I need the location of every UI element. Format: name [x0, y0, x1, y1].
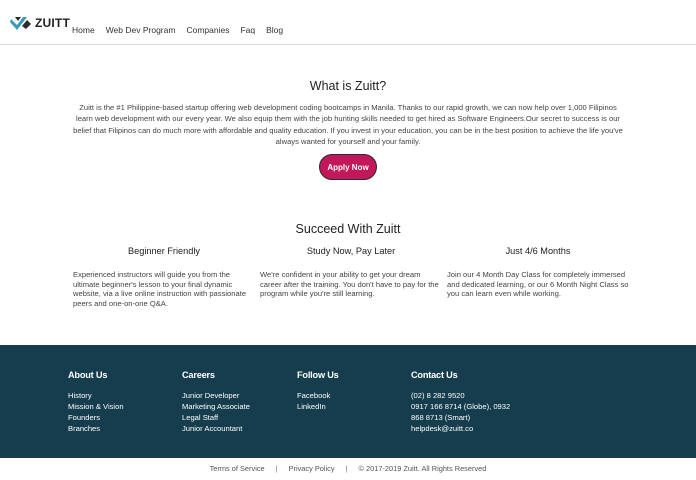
footer-about-title: About Us	[68, 370, 108, 380]
footer-follow-title: Follow Us	[297, 370, 339, 380]
footer-link-facebook[interactable]: Facebook	[297, 390, 412, 401]
footer-link-history[interactable]: History	[68, 390, 183, 401]
footer: About Us History Mission & Vision Founde…	[0, 345, 696, 458]
footer-about-column: About Us History Mission & Vision Founde…	[68, 370, 183, 434]
nav-blog[interactable]: Blog	[266, 25, 283, 35]
succeed-title: Succeed With Zuitt	[295, 222, 401, 236]
feature-text: We're confident in your ability to get y…	[260, 270, 439, 299]
brand-name: ZUITT	[35, 16, 70, 30]
brand-logo[interactable]: ZUITT	[10, 15, 70, 31]
feature-title: Just 4/6 Months	[505, 246, 571, 256]
about-text: Zuitt is the #1 Philippine-based startup…	[73, 103, 623, 147]
feature-text: Experienced instructors will guide you f…	[73, 270, 247, 308]
feature-beginner-friendly: Beginner Friendly Experienced instructor…	[73, 246, 255, 308]
contact-landline: (02) 8 282 9520	[411, 391, 465, 400]
footer-link-marketing-associate[interactable]: Marketing Associate	[182, 401, 297, 412]
zuitt-logo-icon	[10, 15, 32, 31]
feature-just-4-6-months: Just 4/6 Months Join our 4 Month Day Cla…	[447, 246, 629, 299]
nav-web-dev-program[interactable]: Web Dev Program	[106, 25, 176, 35]
contact-mobile-line1: 0917 166 8714 (Globe), 0932	[411, 402, 511, 411]
footer-careers-title: Careers	[182, 370, 215, 380]
copyright-text: © 2017-2019 Zuitt. All Rights Reserved	[358, 464, 487, 473]
footer-link-legal-staff[interactable]: Legal Staff	[182, 412, 297, 423]
contact-email[interactable]: helpdesk@zuitt.co	[411, 423, 526, 434]
footer-link-junior-developer[interactable]: Junior Developer	[182, 390, 297, 401]
footer-follow-column: Follow Us Facebook LinkedIn	[297, 370, 412, 412]
bottom-bar: Terms of Service | Privacy Policy | © 2017-2…	[0, 464, 696, 473]
privacy-policy-link[interactable]: Privacy Policy	[289, 464, 335, 473]
footer-link-branches[interactable]: Branches	[68, 423, 183, 434]
separator: |	[275, 464, 278, 473]
apply-now-button[interactable]: Apply Now	[319, 154, 377, 180]
terms-of-service-link[interactable]: Terms of Service	[210, 464, 265, 473]
footer-link-founders[interactable]: Founders	[68, 412, 183, 423]
footer-careers-column: Careers Junior Developer Marketing Assoc…	[182, 370, 297, 434]
feature-study-now-pay-later: Study Now, Pay Later We're confident in …	[260, 246, 442, 299]
feature-title: Study Now, Pay Later	[306, 246, 396, 256]
nav-companies[interactable]: Companies	[186, 25, 229, 35]
nav-faq[interactable]: Faq	[240, 25, 255, 35]
footer-contact-title: Contact Us	[411, 370, 458, 380]
about-title: What is Zuitt?	[309, 79, 387, 93]
footer-link-junior-accountant[interactable]: Junior Accountant	[182, 423, 297, 434]
feature-title: Beginner Friendly	[127, 246, 200, 256]
contact-mobile-line2: 868 8713 (Smart)	[411, 413, 471, 422]
nav-home[interactable]: Home	[72, 25, 95, 35]
feature-text: Join our 4 Month Day Class for completel…	[447, 270, 629, 299]
footer-link-mission-vision[interactable]: Mission & Vision	[68, 401, 183, 412]
nav-menu: Home Web Dev Program Companies Faq Blog	[72, 25, 283, 35]
separator: |	[345, 464, 348, 473]
footer-link-linkedin[interactable]: LinkedIn	[297, 401, 412, 412]
navbar: ZUITT Home Web Dev Program Companies Faq…	[0, 0, 696, 45]
footer-contact-column: Contact Us (02) 8 282 9520 0917 166 8714…	[411, 370, 526, 434]
